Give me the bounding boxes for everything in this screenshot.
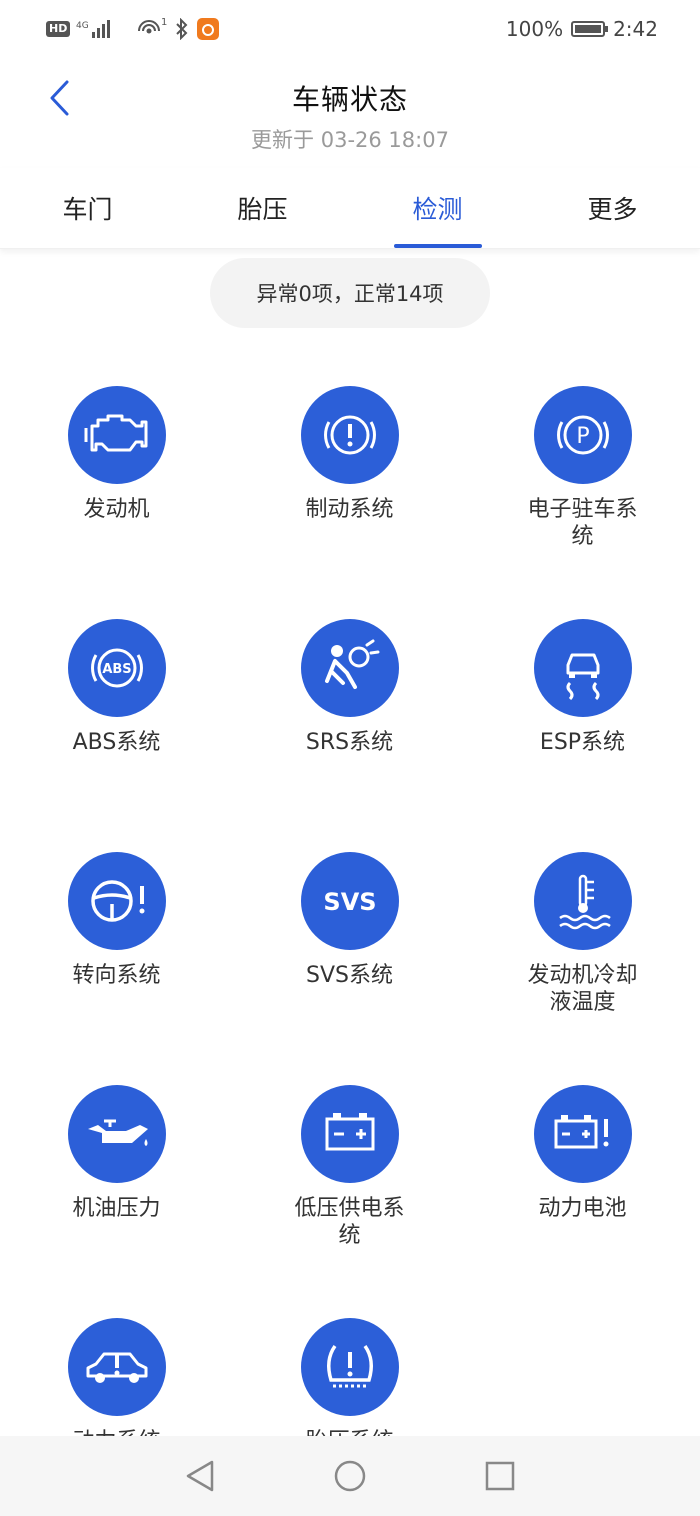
battery-percent: 100% — [505, 17, 564, 41]
coolant-temperature-icon — [533, 852, 632, 950]
system-nav-bar — [0, 1436, 700, 1516]
clock: 2:42 — [613, 17, 658, 41]
battery-icon — [300, 1085, 399, 1183]
brake-warning-icon — [300, 386, 399, 484]
item-abs[interactable]: ABS ABS系统 — [0, 619, 233, 756]
nav-recent-button[interactable] — [475, 1451, 525, 1501]
item-label: 胎压系统 — [295, 1428, 405, 1436]
item-label: ABS系统 — [72, 730, 161, 755]
engine-icon — [67, 386, 166, 484]
item-label: 低压供电系统 — [294, 1196, 405, 1248]
oil-pressure-icon — [67, 1085, 166, 1183]
status-bar: HD 4G 1 100% 2:42 — [0, 0, 700, 58]
tab-more[interactable]: 更多 — [525, 168, 700, 248]
item-tire-pressure[interactable]: 胎压系统 — [233, 1318, 466, 1436]
svg-text:1: 1 — [161, 17, 167, 28]
item-oil-pressure[interactable]: 机油压力 — [0, 1085, 233, 1222]
item-label: 机油压力 — [72, 1196, 161, 1221]
triangle-back-icon — [186, 1460, 214, 1492]
item-low-voltage[interactable]: 低压供电系统 — [233, 1085, 466, 1249]
item-label: 发动机冷却液温度 — [527, 963, 638, 1015]
item-brake[interactable]: 制动系统 — [233, 386, 466, 523]
item-label: 电子驻车系统 — [527, 497, 638, 549]
item-powertrain[interactable]: 动力系统 — [0, 1318, 233, 1436]
svg-text:4G: 4G — [76, 21, 89, 31]
signal-icon: 4G — [76, 20, 111, 38]
item-label: 动力电池 — [538, 1196, 627, 1221]
bluetooth-icon — [176, 18, 188, 40]
app-notification-icon — [197, 18, 220, 40]
svs-text: SVS — [323, 888, 376, 916]
tab-tire-pressure[interactable]: 胎压 — [175, 168, 350, 248]
svs-icon: SVS — [300, 852, 399, 950]
tab-diagnostics[interactable]: 检测 — [350, 168, 525, 248]
tab-doors[interactable]: 车门 — [0, 168, 175, 248]
item-srs[interactable]: SRS系统 — [233, 619, 466, 756]
summary-pill: 异常0项，正常14项 — [210, 258, 490, 328]
item-label: ESP系统 — [539, 730, 626, 755]
update-time: 更新于 03-26 18:07 — [251, 128, 449, 152]
item-label: 转向系统 — [72, 963, 161, 988]
abs-text: ABS — [102, 662, 131, 677]
tire-pressure-icon — [300, 1318, 399, 1416]
esp-skid-icon — [533, 619, 632, 717]
item-svs[interactable]: SVS SVS系统 — [233, 852, 466, 989]
status-right: 100% 2:42 — [506, 16, 658, 42]
hd-badge: HD — [46, 21, 71, 37]
item-power-battery[interactable]: 动力电池 — [466, 1085, 699, 1222]
circle-home-icon — [334, 1460, 366, 1492]
diagnostics-grid: 发动机 制动系统 P 电子驻车系统 ABS ABS系统 SRS系统 ESP系统 … — [0, 386, 700, 1436]
item-label: SVS系统 — [306, 963, 393, 988]
hotspot-icon: 1 — [138, 17, 168, 34]
item-label: 制动系统 — [305, 497, 394, 522]
item-label: 发动机 — [83, 497, 150, 522]
item-label: SRS系统 — [305, 730, 394, 755]
abs-icon: ABS — [67, 619, 166, 717]
parking-brake-icon: P — [533, 386, 632, 484]
power-battery-warning-icon — [533, 1085, 632, 1183]
airbag-icon — [300, 619, 399, 717]
status-left: HD 4G 1 — [46, 16, 220, 42]
tab-bar: 车门 胎压 检测 更多 — [0, 168, 700, 249]
item-label: 动力系统 — [62, 1428, 172, 1436]
steering-warning-icon — [67, 852, 166, 950]
parking-letter: P — [576, 424, 589, 449]
powertrain-warning-icon — [67, 1318, 166, 1416]
item-engine[interactable]: 发动机 — [0, 386, 233, 523]
page-title: 车辆状态 — [291, 83, 408, 116]
nav-back-button[interactable] — [175, 1451, 225, 1501]
square-recent-icon — [485, 1461, 515, 1491]
item-coolant[interactable]: 发动机冷却液温度 — [466, 852, 699, 1016]
battery-icon — [571, 21, 609, 37]
item-esp[interactable]: ESP系统 — [466, 619, 699, 756]
item-steering[interactable]: 转向系统 — [0, 852, 233, 989]
nav-home-button[interactable] — [325, 1451, 375, 1501]
item-parking-brake[interactable]: P 电子驻车系统 — [466, 386, 699, 550]
